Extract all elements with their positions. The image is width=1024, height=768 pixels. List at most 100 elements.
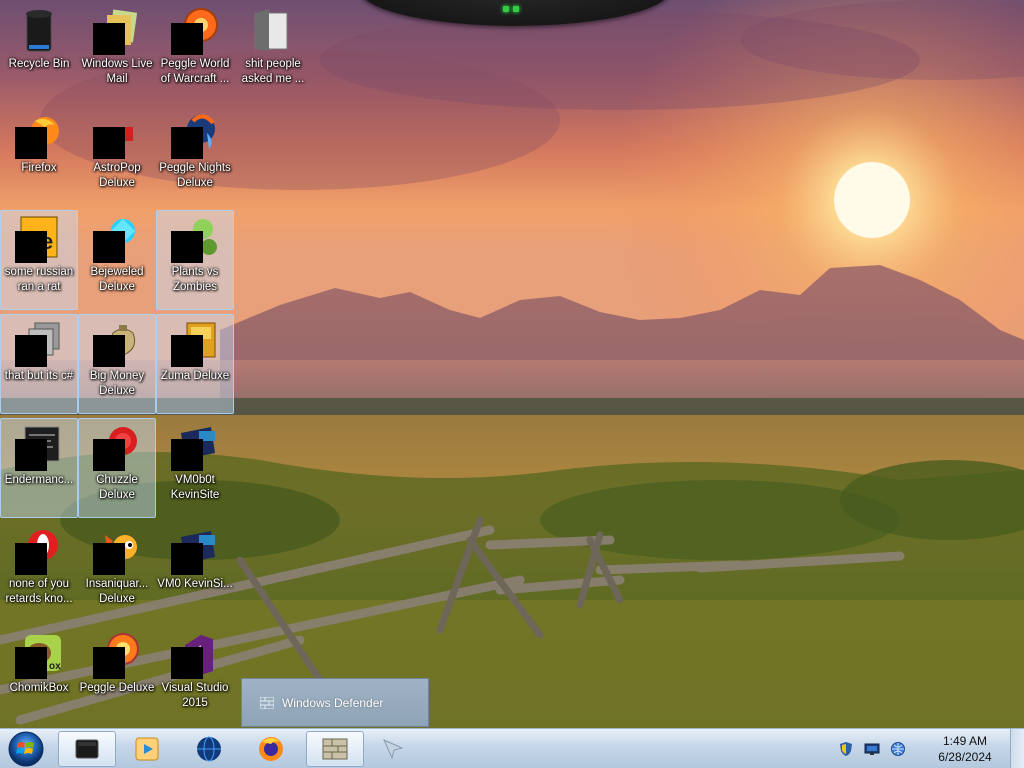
chomikbox-icon: ox — [15, 631, 63, 679]
redaction-box — [93, 543, 125, 575]
desktop-icon-label: Insaniquar... Deluxe — [85, 578, 149, 605]
taskbar-windows-media-player[interactable] — [118, 731, 176, 767]
desktop-icon[interactable]: Plants vs Zombies — [156, 210, 234, 310]
taskbar-firefox[interactable] — [242, 731, 300, 767]
opera-icon — [15, 527, 63, 575]
windows-live-mail-icon — [93, 7, 141, 55]
desktop-icon[interactable]: e some russian ran a rat — [0, 210, 78, 310]
desktop-icon-label: Bejeweled Deluxe — [90, 266, 144, 293]
redaction-box — [93, 231, 125, 263]
desktop-icon[interactable]: AstroPop Deluxe — [78, 106, 156, 206]
desktop-icon[interactable]: Peggle Nights Deluxe — [156, 106, 234, 206]
media-player-icon — [135, 737, 159, 761]
desktop-icon-label: none of you retards kno... — [5, 578, 73, 605]
display-icon[interactable] — [864, 741, 880, 757]
windows-defender-icon — [260, 696, 274, 709]
desktop-icon[interactable]: Peggle World of Warcraft ... — [156, 2, 234, 102]
redaction-box — [15, 543, 47, 575]
desktop-icon[interactable]: Bejeweled Deluxe — [78, 210, 156, 310]
redaction-box — [15, 335, 47, 367]
bejeweled-icon — [93, 215, 141, 263]
desktop-icon-label: Chuzzle Deluxe — [96, 474, 138, 501]
desktop-icon[interactable]: Zuma Deluxe — [156, 314, 234, 414]
black-box-icon — [75, 739, 99, 759]
desktop-icon[interactable]: Visual Studio 2015 — [156, 626, 234, 726]
clock-time: 1:49 AM — [942, 734, 988, 748]
desktop-icon[interactable]: shit people asked me ... — [234, 2, 312, 102]
peggle-wow-icon — [171, 7, 219, 55]
brick-wall-icon — [322, 738, 348, 760]
desktop-icon-label: shit people asked me ... — [241, 58, 305, 85]
dock-status-led — [496, 6, 526, 16]
taskbar-clock[interactable]: 1:49 AM 6/28/2024 — [930, 733, 1000, 765]
globe-icon — [197, 736, 221, 762]
taskbar-globe[interactable] — [180, 731, 238, 767]
popup-title: Windows Defender — [282, 695, 384, 710]
desktop-icon[interactable]: Insaniquar... Deluxe — [78, 522, 156, 622]
network-icon[interactable] — [890, 741, 906, 757]
desktop-icon-label: Plants vs Zombies — [171, 266, 219, 293]
desktop-icon[interactable]: ox ChomikBox — [0, 626, 78, 726]
desktop-icon-label: Firefox — [21, 162, 57, 174]
vm-shortcut-icon — [171, 527, 219, 575]
console-window-icon — [15, 423, 63, 471]
desktop-icon-label: Peggle Nights Deluxe — [159, 162, 231, 189]
desktop-icon-label: Recycle Bin — [8, 58, 70, 70]
redaction-box — [171, 231, 203, 263]
taskbar-app-black-box[interactable] — [58, 731, 116, 767]
desktop-icon-label: ChomikBox — [9, 682, 69, 694]
clock-date: 6/28/2024 — [938, 750, 992, 764]
plants-vs-zombies-icon — [171, 215, 219, 263]
show-desktop-button[interactable] — [1010, 729, 1024, 768]
desktop-icon-label: Windows Live Mail — [81, 58, 153, 85]
windows-start-orb-icon — [8, 731, 44, 767]
redaction-box — [93, 439, 125, 471]
redaction-box — [15, 647, 47, 679]
start-button[interactable] — [6, 730, 46, 768]
desktop-icon[interactable]: Firefox — [0, 106, 78, 206]
chuzzle-icon — [93, 423, 141, 471]
desktop-icon[interactable]: Windows Live Mail — [78, 2, 156, 102]
redaction-box — [171, 127, 203, 159]
folder-icon — [249, 7, 297, 55]
peggle-icon — [93, 631, 141, 679]
taskbar-windows-defender[interactable] — [306, 731, 364, 767]
desktop-icon[interactable]: Endermanc... — [0, 418, 78, 518]
peggle-nights-icon — [171, 111, 219, 159]
desktop-icon-label: VM0b0t KevinSite — [170, 474, 220, 501]
security-shield-icon[interactable] — [838, 741, 854, 757]
redaction-box — [93, 127, 125, 159]
redaction-box — [93, 23, 125, 55]
desktop-icon-label: some russian ran a rat — [4, 266, 74, 293]
taskbar-cursor-app[interactable] — [364, 731, 422, 767]
desktop-icon-label: AstroPop Deluxe — [93, 162, 141, 189]
redaction-box — [171, 23, 203, 55]
desktop-icon[interactable]: VM0 KevinSi... — [156, 522, 234, 622]
desktop-icon[interactable]: VM0b0t KevinSite — [156, 418, 234, 518]
desktop-icon-label: Big Money Deluxe — [89, 370, 145, 397]
vm-shortcut-icon — [171, 423, 219, 471]
desktop-icon-label: Peggle Deluxe — [79, 682, 155, 694]
zuma-icon — [171, 319, 219, 367]
redaction-box — [171, 439, 203, 471]
insaniquarium-icon — [93, 527, 141, 575]
astropop-icon — [93, 111, 141, 159]
copy-files-icon — [15, 319, 63, 367]
desktop-icon-label: Peggle World of Warcraft ... — [160, 58, 230, 85]
desktop-icon[interactable]: Big Money Deluxe — [78, 314, 156, 414]
recycle-bin-icon — [15, 7, 63, 55]
desktop-icon[interactable]: Chuzzle Deluxe — [78, 418, 156, 518]
redaction-box — [171, 335, 203, 367]
desktop-icon[interactable]: that but its c# — [0, 314, 78, 414]
money-bag-icon — [93, 319, 141, 367]
desktop-icon[interactable]: Peggle Deluxe — [78, 626, 156, 726]
desktop-icon-label: Endermanc... — [4, 474, 74, 486]
desktop-icon[interactable]: Recycle Bin — [0, 2, 78, 102]
firefox-icon — [15, 111, 63, 159]
taskbar: 1:49 AM 6/28/2024 — [0, 728, 1024, 768]
desktop-icon[interactable]: none of you retards kno... — [0, 522, 78, 622]
redaction-box — [93, 647, 125, 679]
firefox-icon — [259, 737, 283, 761]
windows-defender-taskbar-preview[interactable]: Windows Defender — [241, 678, 429, 727]
redaction-box — [15, 231, 47, 263]
